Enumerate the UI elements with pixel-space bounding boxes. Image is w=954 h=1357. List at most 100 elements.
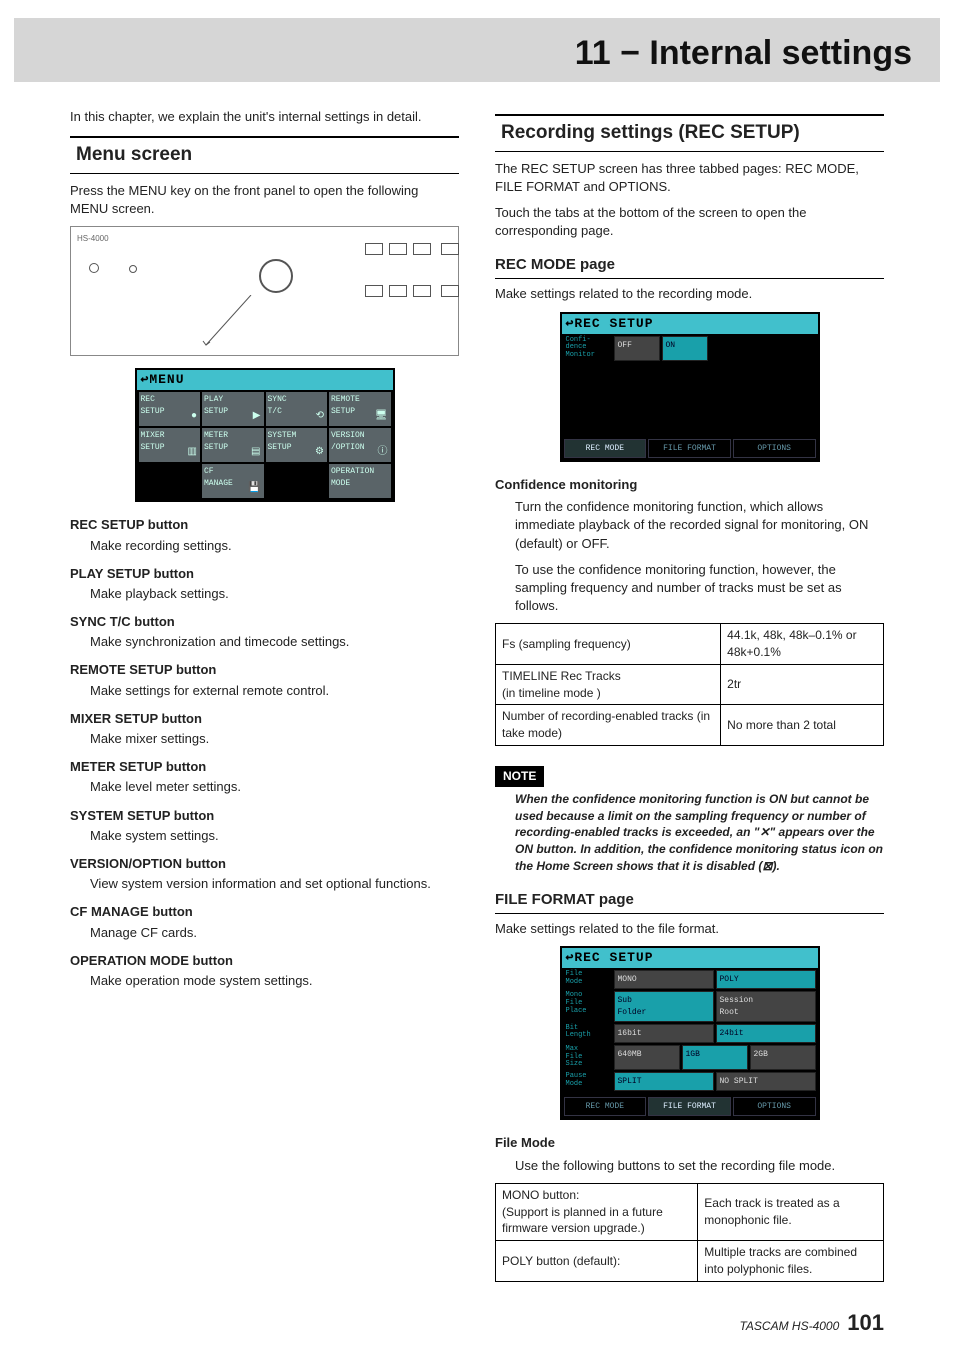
menu-cell-icon: ● <box>191 410 197 424</box>
return-icon: ↩ <box>566 316 575 331</box>
off-button[interactable]: OFF <box>614 336 660 361</box>
menu-cell-icon: ⟲ <box>316 410 324 424</box>
confidence-p2: To use the confidence monitoring functio… <box>515 561 884 616</box>
note-label: NOTE <box>495 766 544 787</box>
ff-option-button[interactable]: POLY <box>716 970 816 989</box>
ff-option-button[interactable]: 2GB <box>750 1045 816 1070</box>
menu-cell[interactable]: REC SETUP● <box>139 392 201 426</box>
table-cell: 44.1k, 48k, 48k–0.1% or 48k+0.1% <box>721 624 884 665</box>
button-desc: Make system settings. <box>90 827 459 845</box>
table-cell: TIMELINE Rec Tracks (in timeline mode ) <box>496 664 721 705</box>
file-format-intro: Make settings related to the file format… <box>495 920 884 938</box>
tab-options[interactable]: OPTIONS <box>733 439 816 458</box>
file-format-lcd: ↩REC SETUP File ModeMONOPOLY Mono File Pl… <box>560 946 820 1120</box>
confidence-table: Fs (sampling frequency)44.1k, 48k, 48k–0… <box>495 623 884 746</box>
button-desc: Make operation mode system settings. <box>90 972 459 990</box>
chapter-header: 11 − Internal settings <box>14 18 940 82</box>
button-desc: Manage CF cards. <box>90 924 459 942</box>
ff-option-button[interactable]: 24bit <box>716 1024 816 1043</box>
menu-cell[interactable]: REMOTE SETUP🖥 <box>329 392 391 426</box>
ff-option-button[interactable]: 1GB <box>682 1045 748 1070</box>
file-mode-intro: Use the following buttons to set the rec… <box>515 1157 884 1175</box>
table-cell: No more than 2 total <box>721 705 884 746</box>
button-desc: Make recording settings. <box>90 537 459 555</box>
table-cell: Number of recording-enabled tracks (in t… <box>496 705 721 746</box>
tab-file-format[interactable]: FILE FORMAT <box>648 439 731 458</box>
ff-option-button[interactable]: 640MB <box>614 1045 680 1070</box>
note-body: When the confidence monitoring function … <box>515 791 884 875</box>
table-cell: Each track is treated as a monophonic fi… <box>698 1183 884 1240</box>
button-title: REC SETUP button <box>70 516 459 534</box>
rec-setup-intro2: Touch the tabs at the bottom of the scre… <box>495 204 884 240</box>
button-desc: Make level meter settings. <box>90 778 459 796</box>
menu-cell-icon: 💾 <box>248 482 260 496</box>
ff-option-button[interactable]: NO SPLIT <box>716 1072 816 1091</box>
menu-lcd: ↩MENU REC SETUP●PLAY SETUP▶SYNC T/C⟲REMO… <box>135 368 395 502</box>
menu-cell-icon: ▶ <box>253 410 261 424</box>
menu-cell-icon: ⓘ <box>378 446 388 460</box>
ff-option-button[interactable]: MONO <box>614 970 714 989</box>
return-icon: ↩ <box>141 372 150 387</box>
file-format-heading: FILE FORMAT page <box>495 889 884 914</box>
file-mode-title: File Mode <box>495 1134 884 1152</box>
menu-lcd-title: MENU <box>149 372 184 387</box>
menu-cell-icon: ⚙ <box>315 446 324 460</box>
rec-mode-lcd-title: REC SETUP <box>574 316 653 331</box>
table-cell: Fs (sampling frequency) <box>496 624 721 665</box>
tab-file-format[interactable]: FILE FORMAT <box>648 1097 731 1116</box>
menu-cell[interactable]: MIXER SETUP▥ <box>139 428 201 462</box>
rec-mode-lcd: ↩REC SETUP Confi- dence Monitor OFF ON R… <box>560 312 820 462</box>
tab-options[interactable]: OPTIONS <box>733 1097 816 1116</box>
ff-option-button[interactable]: Session Root <box>716 991 816 1021</box>
page-footer: TASCAM HS-4000 101 <box>0 1302 954 1357</box>
ff-row-label: Pause Mode <box>564 1072 612 1091</box>
file-mode-table: MONO button: (Support is planned in a fu… <box>495 1183 884 1282</box>
table-cell: POLY button (default): <box>496 1241 698 1282</box>
ff-option-button[interactable]: SPLIT <box>614 1072 714 1091</box>
menu-cell[interactable]: VERSION /OPTIONⓘ <box>329 428 391 462</box>
button-title: VERSION/OPTION button <box>70 855 459 873</box>
menu-cell[interactable]: METER SETUP▤ <box>202 428 264 462</box>
rec-mode-heading: REC MODE page <box>495 254 884 279</box>
tab-rec-mode[interactable]: REC MODE <box>564 439 647 458</box>
menu-cell[interactable]: SYSTEM SETUP⚙ <box>266 428 328 462</box>
button-title: METER SETUP button <box>70 758 459 776</box>
chapter-title: 11 − Internal settings <box>575 30 912 78</box>
return-icon: ↩ <box>566 950 575 965</box>
ff-row-label: File Mode <box>564 970 612 989</box>
confidence-p1: Turn the confidence monitoring function,… <box>515 498 884 553</box>
footer-page-number: 101 <box>847 1308 884 1339</box>
ff-row-label: Bit Length <box>564 1024 612 1043</box>
button-title: SYNC T/C button <box>70 613 459 631</box>
file-format-lcd-title: REC SETUP <box>574 950 653 965</box>
button-desc: Make settings for external remote contro… <box>90 682 459 700</box>
ff-option-button[interactable]: 16bit <box>614 1024 714 1043</box>
menu-cell <box>139 464 201 498</box>
button-desc: View system version information and set … <box>90 875 459 893</box>
button-desc: Make synchronization and timecode settin… <box>90 633 459 651</box>
menu-cell[interactable]: SYNC T/C⟲ <box>266 392 328 426</box>
button-title: OPERATION MODE button <box>70 952 459 970</box>
rec-mode-intro: Make settings related to the recording m… <box>495 285 884 303</box>
ff-option-button[interactable]: Sub Folder <box>614 991 714 1021</box>
button-title: SYSTEM SETUP button <box>70 807 459 825</box>
ff-row-label: Mono File Place <box>564 991 612 1021</box>
menu-cell-icon: ▤ <box>251 446 260 460</box>
menu-cell[interactable]: CF MANAGE💾 <box>202 464 264 498</box>
button-desc: Make mixer settings. <box>90 730 459 748</box>
button-title: MIXER SETUP button <box>70 710 459 728</box>
on-button[interactable]: ON <box>662 336 708 361</box>
menu-cell[interactable]: PLAY SETUP▶ <box>202 392 264 426</box>
rec-setup-heading: Recording settings (REC SETUP) <box>495 114 884 152</box>
device-illustration: HS-4000 <box>70 226 459 356</box>
button-title: PLAY SETUP button <box>70 565 459 583</box>
button-desc: Make playback settings. <box>90 585 459 603</box>
menu-cell-icon: 🖥 <box>375 410 388 424</box>
table-cell: 2tr <box>721 664 884 705</box>
menu-cell-icon: ▥ <box>188 446 197 460</box>
footer-model: TASCAM HS-4000 <box>739 1318 839 1335</box>
button-title: CF MANAGE button <box>70 903 459 921</box>
menu-cell[interactable]: OPERATION MODE <box>329 464 391 498</box>
tab-rec-mode[interactable]: REC MODE <box>564 1097 647 1116</box>
menu-screen-intro: Press the MENU key on the front panel to… <box>70 182 459 218</box>
